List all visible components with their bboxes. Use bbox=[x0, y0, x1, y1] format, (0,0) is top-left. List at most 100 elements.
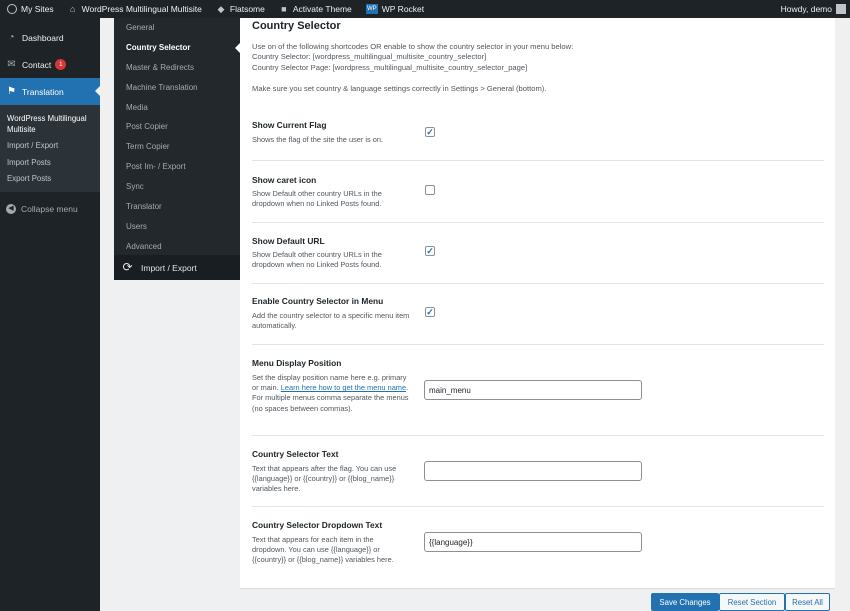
wp-rocket-icon: WP bbox=[365, 4, 378, 14]
section-nav-term-copier[interactable]: Term Copier bbox=[114, 137, 240, 157]
translation-submenu: WordPress Multilingual Multisite Import … bbox=[0, 105, 100, 192]
section-nav-import-export[interactable]: ⟳ Import / Export bbox=[114, 255, 240, 280]
section-nav-import-export-label: Import / Export bbox=[141, 262, 197, 273]
lock-icon: ■ bbox=[281, 4, 287, 14]
field-country-selector-text: Country Selector Text Text that appears … bbox=[252, 436, 824, 507]
field-enable-country-selector-menu: Enable Country Selector in Menu Add the … bbox=[252, 284, 824, 345]
contact-badge: 1 bbox=[55, 59, 67, 70]
section-nav-media[interactable]: Media bbox=[114, 98, 240, 118]
reset-section-button[interactable]: Reset Section bbox=[719, 593, 785, 611]
activate-theme-link[interactable]: ■ Activate Theme bbox=[272, 0, 359, 18]
wordpress-icon bbox=[7, 4, 17, 14]
collapse-menu-label: Collapse menu bbox=[21, 204, 78, 214]
submenu-item-import-export[interactable]: Import / Export bbox=[0, 138, 100, 155]
reset-all-button[interactable]: Reset All bbox=[785, 593, 830, 611]
my-sites-label: My Sites bbox=[21, 4, 54, 14]
menu-display-position-input[interactable] bbox=[424, 380, 642, 400]
section-nav-machine-translation[interactable]: Machine Translation bbox=[114, 78, 240, 98]
field-label: Enable Country Selector in Menu bbox=[252, 296, 384, 306]
section-desc-line bbox=[252, 73, 822, 83]
user-account-link[interactable]: Howdy, demo bbox=[781, 4, 850, 14]
check-icon: ✓ bbox=[426, 246, 434, 256]
menu-item-contact[interactable]: ✉ Contact 1 bbox=[0, 51, 100, 78]
activate-theme-label: Activate Theme bbox=[292, 4, 352, 14]
field-description: Text that appears after the flag. You ca… bbox=[252, 464, 397, 494]
submenu-item-import-posts[interactable]: Import Posts bbox=[0, 155, 100, 172]
admin-bar: My Sites ⌂ WordPress Multilingual Multis… bbox=[0, 0, 850, 18]
section-nav-users[interactable]: Users bbox=[114, 217, 240, 237]
field-show-current-flag: Show Current Flag Shows the flag of the … bbox=[252, 110, 824, 161]
section-nav-general[interactable]: General bbox=[114, 18, 240, 38]
field-label: Show Default URL bbox=[252, 236, 325, 246]
section-desc-line: Use on of the following shortcodes OR en… bbox=[252, 42, 574, 51]
field-description: Show Default other country URLs in the d… bbox=[252, 189, 382, 209]
section-nav-post-copier[interactable]: Post Copier bbox=[114, 117, 240, 137]
field-label: Show caret icon bbox=[252, 175, 317, 185]
field-label: Country Selector Dropdown Text bbox=[252, 520, 383, 530]
flag-icon: ⚑ bbox=[7, 86, 16, 97]
field-show-caret-icon: Show caret icon Show Default other count… bbox=[252, 161, 824, 223]
section-nav-advanced[interactable]: Advanced bbox=[114, 237, 240, 257]
settings-panel: Country Selector Use on of the following… bbox=[240, 18, 835, 588]
field-label: Menu Display Position bbox=[252, 358, 342, 368]
section-desc-line: Make sure you set country & language set… bbox=[252, 83, 547, 93]
field-menu-display-position: Menu Display Position Set the display po… bbox=[252, 345, 824, 436]
check-icon: ✓ bbox=[426, 307, 434, 317]
collapse-icon: ◀ bbox=[6, 204, 16, 214]
menu-item-dashboard-label: Dashboard bbox=[22, 32, 64, 43]
menu-item-contact-label: Contact bbox=[22, 59, 52, 70]
home-icon: ⌂ bbox=[69, 4, 76, 14]
dropdown-text-input[interactable] bbox=[424, 532, 642, 552]
section-nav-sync[interactable]: Sync bbox=[114, 177, 240, 197]
field-label: Country Selector Text bbox=[252, 449, 339, 459]
section-desc-line: Country Selector Page: [wordpress_multil… bbox=[252, 62, 528, 72]
site-name-label: WordPress Multilingual Multisite bbox=[81, 4, 202, 14]
field-label: Show Current Flag bbox=[252, 120, 327, 130]
field-description: Text that appears for each item in the d… bbox=[252, 535, 394, 565]
menu-item-dashboard[interactable]: ◔ Dashboard bbox=[0, 24, 100, 51]
admin-menu: ◔ Dashboard ✉ Contact 1 ⚑ Translation Wo… bbox=[0, 18, 100, 611]
avatar bbox=[836, 4, 846, 14]
section-title: Country Selector bbox=[252, 20, 341, 32]
field-show-default-url: Show Default URL Show Default other coun… bbox=[252, 223, 824, 284]
page-scrollbar[interactable] bbox=[835, 18, 850, 611]
site-name-link[interactable]: ⌂ WordPress Multilingual Multisite bbox=[61, 0, 209, 18]
flatsome-label: Flatsome bbox=[229, 4, 265, 14]
show-default-url-checkbox[interactable]: ✓ bbox=[425, 246, 435, 256]
show-current-flag-checkbox[interactable]: ✓ bbox=[425, 127, 435, 137]
section-nav-background bbox=[114, 280, 240, 611]
wp-rocket-link[interactable]: WP WP Rocket bbox=[359, 0, 431, 18]
section-nav-post-im-export[interactable]: Post Im- / Export bbox=[114, 157, 240, 177]
field-description: Shows the flag of the site the user is o… bbox=[252, 135, 384, 144]
submenu-item-export-posts[interactable]: Export Posts bbox=[0, 171, 100, 188]
flatsome-link[interactable]: ◆ Flatsome bbox=[209, 0, 272, 18]
country-selector-text-input[interactable] bbox=[424, 461, 642, 481]
submenu-item-wpmm[interactable]: WordPress Multilingual Multisite bbox=[0, 111, 100, 138]
section-nav-master-redirects[interactable]: Master & Redirects bbox=[114, 58, 240, 78]
section-desc-line: Country Selector: [wordpress_multilingua… bbox=[252, 52, 487, 62]
flatsome-icon: ◆ bbox=[217, 4, 225, 14]
field-description: Set the display position name here e.g. … bbox=[252, 373, 410, 414]
dashboard-icon: ◔ bbox=[8, 32, 15, 43]
menu-item-translation[interactable]: ⚑ Translation bbox=[0, 78, 100, 105]
save-changes-button[interactable]: Save Changes bbox=[651, 593, 719, 611]
field-description: Show Default other country URLs in the d… bbox=[252, 250, 382, 270]
collapse-menu-button[interactable]: ◀ Collapse menu bbox=[0, 196, 100, 223]
howdy-label: Howdy, demo bbox=[780, 4, 832, 14]
enable-menu-checkbox[interactable]: ✓ bbox=[425, 307, 435, 317]
section-nav-country-selector[interactable]: Country Selector bbox=[114, 38, 240, 58]
section-description: Use on of the following shortcodes OR en… bbox=[252, 42, 822, 94]
settings-footer: Save Changes Reset Section Reset All bbox=[240, 588, 835, 611]
wp-rocket-label: WP Rocket bbox=[381, 4, 425, 14]
show-caret-icon-checkbox[interactable] bbox=[425, 185, 435, 195]
field-description: Add the country selector to a specific m… bbox=[252, 311, 410, 331]
check-icon: ✓ bbox=[426, 127, 434, 137]
menu-item-translation-label: Translation bbox=[22, 86, 64, 97]
section-nav-translator[interactable]: Translator bbox=[114, 197, 240, 217]
settings-section-nav: General Country Selector Master & Redire… bbox=[114, 18, 240, 280]
mail-icon: ✉ bbox=[7, 59, 16, 70]
my-sites-link[interactable]: My Sites bbox=[0, 0, 61, 18]
menu-name-help-link[interactable]: Learn here how to get the menu name bbox=[281, 383, 406, 392]
refresh-icon: ⟳ bbox=[122, 260, 133, 274]
field-country-selector-dropdown-text: Country Selector Dropdown Text Text that… bbox=[252, 507, 824, 577]
